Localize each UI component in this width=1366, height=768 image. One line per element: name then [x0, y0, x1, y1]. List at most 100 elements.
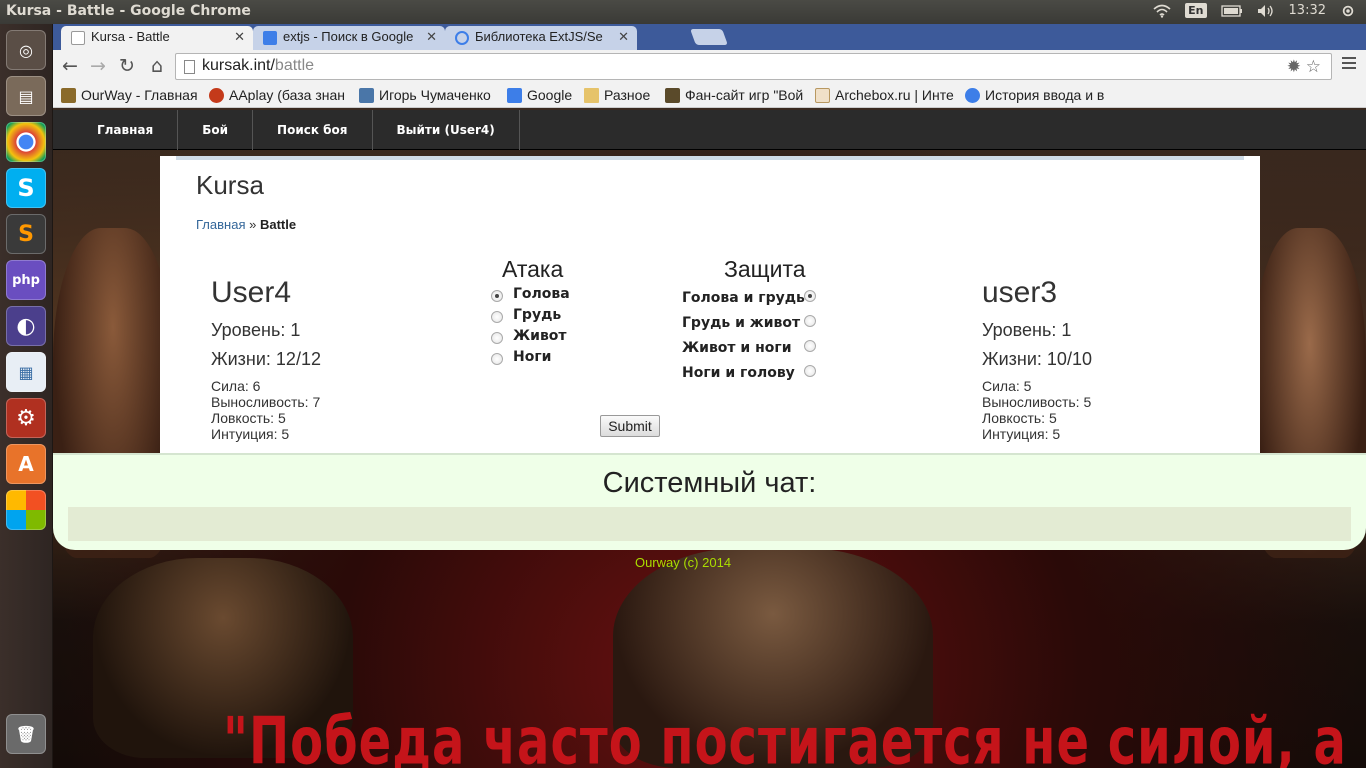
- trash-icon[interactable]: 🗑: [6, 714, 46, 754]
- bookmark-google[interactable]: Google: [507, 87, 577, 103]
- opponent-name: user3: [982, 276, 1058, 309]
- attack-radio-belly[interactable]: [491, 332, 503, 344]
- attack-option-legs[interactable]: Ноги: [513, 349, 551, 365]
- attack-radio-chest[interactable]: [491, 311, 503, 323]
- defense-option-belly-legs[interactable]: Живот и ноги: [682, 340, 792, 356]
- unity-launcher: ◎ ▤ S S php ◐ ▦ ⚙ A 🗑: [0, 24, 53, 768]
- player-name: User4: [211, 276, 292, 309]
- close-tab-icon[interactable]: ✕: [426, 29, 437, 45]
- bookmark-history[interactable]: История ввода и в: [965, 87, 1105, 103]
- software-center-icon[interactable]: A: [6, 444, 46, 484]
- breadcrumb: Главная » Battle: [196, 217, 296, 232]
- document-viewer-icon[interactable]: ▦: [6, 352, 46, 392]
- eclipse-icon[interactable]: ◐: [6, 306, 46, 346]
- player-stat-intuition: Интуиция: 5: [211, 426, 290, 442]
- back-arrow-icon[interactable]: ←: [59, 56, 81, 76]
- wifi-icon[interactable]: [1153, 4, 1171, 18]
- nav-home[interactable]: Главная: [73, 110, 179, 150]
- clock[interactable]: 13:32: [1289, 3, 1326, 18]
- defense-option-chest-belly[interactable]: Грудь и живот: [682, 315, 800, 331]
- bookmark-star-icon[interactable]: ☆: [1306, 57, 1321, 76]
- bookmarks-bar: OurWay - Главная AAplay (база знан Игорь…: [53, 83, 1366, 108]
- defense-radio-head-chest[interactable]: [804, 290, 816, 302]
- defense-radio-legs-head[interactable]: [804, 365, 816, 377]
- new-tab-button[interactable]: [690, 29, 728, 45]
- address-bar[interactable]: kursak.int/battle ✹ ☆: [175, 53, 1332, 80]
- breadcrumb-home-link[interactable]: Главная: [196, 217, 245, 232]
- battle-panel: Kursa Главная » Battle User4 Уровень: 1 …: [160, 156, 1260, 453]
- attack-option-head[interactable]: Голова: [513, 286, 570, 302]
- opponent-hp: Жизни: 10/10: [982, 349, 1092, 369]
- attack-radio-head[interactable]: [491, 290, 503, 302]
- chat-log[interactable]: [68, 507, 1351, 541]
- keyboard-layout-indicator[interactable]: En: [1185, 3, 1207, 18]
- tab-extjs-library[interactable]: Библиотека ExtJS/Se ✕: [445, 26, 637, 50]
- nav-battle[interactable]: Бой: [178, 110, 254, 150]
- bookmark-vk-profile[interactable]: Игорь Чумаченко: [359, 87, 499, 103]
- phpstorm-icon[interactable]: php: [6, 260, 46, 300]
- url-path: battle: [274, 57, 315, 74]
- archebox-icon: [815, 88, 830, 103]
- extension-gear-icon[interactable]: ✹: [1287, 57, 1301, 76]
- chrome-menu-icon[interactable]: [1342, 57, 1356, 72]
- nav-find-battle[interactable]: Поиск боя: [253, 110, 373, 150]
- google-favicon-icon: [263, 31, 277, 45]
- attack-option-chest[interactable]: Грудь: [513, 307, 561, 323]
- submit-button[interactable]: Submit: [600, 415, 660, 437]
- chat-title: Системный чат:: [602, 467, 817, 499]
- fansite-icon: [665, 88, 680, 103]
- attack-option-belly[interactable]: Живот: [513, 328, 567, 344]
- windows-logo-icon[interactable]: [6, 490, 46, 530]
- forward-arrow-icon[interactable]: →: [87, 56, 109, 76]
- folder-icon: [584, 88, 599, 103]
- defense-title: Защита: [724, 256, 806, 282]
- skype-icon[interactable]: S: [6, 168, 46, 208]
- close-tab-icon[interactable]: ✕: [234, 29, 245, 45]
- player-hp: Жизни: 12/12: [211, 349, 321, 369]
- reload-icon[interactable]: ↻: [116, 56, 138, 76]
- opponent-stat-strength: Сила: 5: [982, 378, 1032, 394]
- attack-radio-legs[interactable]: [491, 353, 503, 365]
- chrome-toolbar: ← → ↻ ⌂ kursak.int/battle ✹ ☆: [53, 50, 1366, 83]
- power-gear-icon[interactable]: [1340, 4, 1356, 18]
- site-nav: Главная Бой Поиск боя Выйти (User4): [53, 110, 1366, 150]
- attack-title: Атака: [502, 256, 564, 282]
- bookmark-fansite[interactable]: Фан-сайт игр "Вой: [665, 87, 805, 103]
- system-tray: En 13:32: [1153, 3, 1356, 18]
- volume-icon[interactable]: [1257, 4, 1275, 18]
- system-settings-icon[interactable]: ⚙: [6, 398, 46, 438]
- footer-copyright: Ourway (c) 2014: [634, 555, 732, 570]
- player-stat-strength: Сила: 6: [211, 378, 261, 394]
- bookmark-aaplay[interactable]: AAplay (база знан: [209, 87, 349, 103]
- site-title: Kursa: [196, 170, 264, 200]
- player-stat-agility: Ловкость: 5: [211, 410, 286, 426]
- bookmark-folder-misc[interactable]: Разное: [584, 87, 656, 103]
- close-tab-icon[interactable]: ✕: [618, 29, 629, 45]
- aaplay-icon: [209, 88, 224, 103]
- dash-home-icon[interactable]: ◎: [6, 30, 46, 70]
- defense-radio-belly-legs[interactable]: [804, 340, 816, 352]
- tab-extjs-google[interactable]: extjs - Поиск в Google ✕: [253, 26, 445, 50]
- tab-kursa-battle[interactable]: Kursa - Battle ✕: [61, 26, 253, 50]
- window-title: Kursa - Battle - Google Chrome: [6, 3, 251, 19]
- chrome-icon[interactable]: [6, 122, 46, 162]
- poster-quote: "Победа часто постигается не силой, а во…: [223, 704, 1366, 768]
- history-icon: [965, 88, 980, 103]
- sublime-text-icon[interactable]: S: [6, 214, 46, 254]
- player-level: Уровень: 1: [211, 320, 301, 340]
- tab-label: Библиотека ExtJS/Se: [475, 29, 603, 44]
- nav-logout[interactable]: Выйти (User4): [373, 110, 520, 150]
- breadcrumb-separator: »: [249, 217, 257, 232]
- file-manager-icon[interactable]: ▤: [6, 76, 46, 116]
- tab-label: Kursa - Battle: [91, 29, 170, 44]
- defense-option-head-chest[interactable]: Голова и грудь: [682, 290, 805, 306]
- bookmark-ourway[interactable]: OurWay - Главная: [61, 87, 201, 103]
- system-chat: Системный чат:: [53, 453, 1366, 550]
- defense-option-legs-head[interactable]: Ноги и голову: [682, 365, 795, 381]
- battery-icon[interactable]: [1220, 4, 1243, 18]
- home-icon[interactable]: ⌂: [146, 56, 168, 76]
- defense-radio-chest-belly[interactable]: [804, 315, 816, 327]
- bookmark-archebox[interactable]: Archebox.ru | Инте: [815, 87, 955, 103]
- page-info-icon[interactable]: [184, 60, 195, 74]
- player-card: User4 Уровень: 1 Жизни: 12/12 Сила: 6 Вы…: [211, 276, 321, 442]
